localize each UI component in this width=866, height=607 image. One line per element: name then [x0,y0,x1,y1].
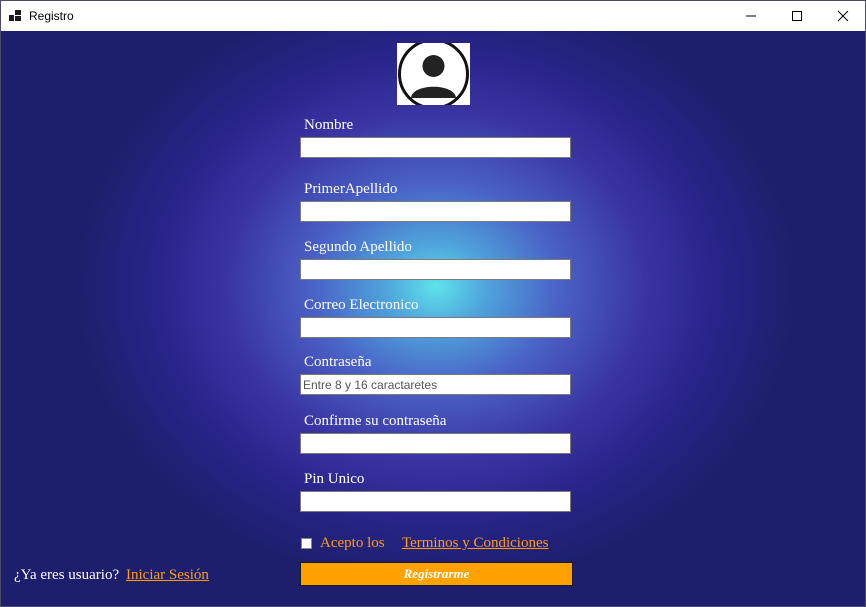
register-button-label: Registrarme [403,566,470,581]
minimize-icon [746,15,756,17]
contrasena-input[interactable] [301,375,570,394]
confirme-contrasena-input[interactable] [301,434,570,453]
maximize-icon [792,11,802,21]
user-avatar-icon [397,38,470,110]
confirme-field-box [300,433,571,454]
contrasena-field-box [300,374,571,395]
primer-apellido-label: PrimerApellido [304,181,398,197]
terms-accept-text: Acepto los [320,535,385,551]
segundo-apellido-label: Segundo Apellido [304,239,412,255]
title-bar: Registro [1,1,865,31]
register-button[interactable]: Registrarme [300,562,573,586]
registration-panel: Nombre PrimerApellido Segundo Apellido C… [1,31,865,606]
pin-label: Pin Unico [304,471,365,487]
close-icon [837,10,849,22]
contrasena-label: Contraseña [304,354,372,370]
primer-apellido-field-box [300,201,571,222]
pin-field-box [300,491,571,512]
login-question: ¿Ya eres usuario? [14,567,120,583]
minimize-button[interactable] [728,1,774,31]
registro-window: Registro Nombre PrimerApellido Segundo A… [0,0,866,607]
nombre-field-box [300,137,571,158]
correo-input[interactable] [301,318,570,337]
nombre-label: Nombre [304,117,354,133]
correo-field-box [300,317,571,338]
confirme-label: Confirme su contraseña [304,413,447,429]
primer-apellido-input[interactable] [301,202,570,221]
segundo-apellido-input[interactable] [301,260,570,279]
pin-input[interactable] [301,492,570,511]
app-icon [9,10,21,22]
window-title: Registro [29,9,74,23]
close-button[interactable] [820,1,865,31]
nombre-input[interactable] [301,138,570,157]
login-link[interactable]: Iniciar Sesión [126,567,209,584]
terms-link[interactable]: Terminos y Condiciones [402,535,548,552]
segundo-apellido-field-box [300,259,571,280]
maximize-button[interactable] [774,1,820,31]
correo-label: Correo Electronico [304,297,419,313]
terms-checkbox[interactable] [301,538,312,549]
